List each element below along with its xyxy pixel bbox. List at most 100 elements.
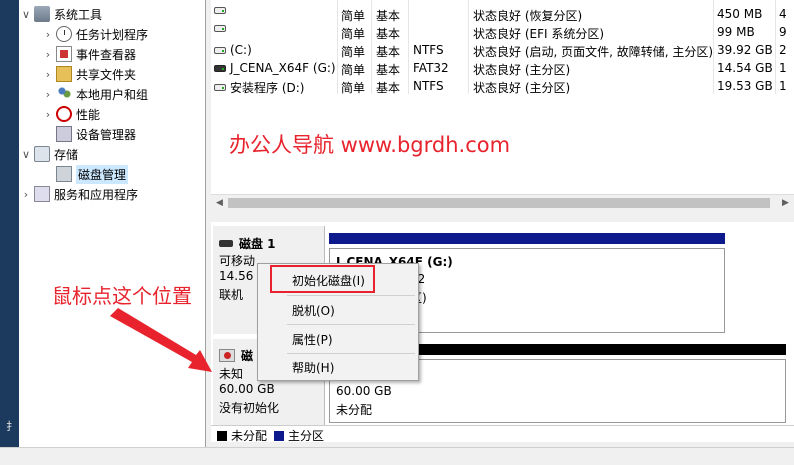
menu-item-offline[interactable]: 脱机(O): [259, 298, 417, 322]
tree-item-event-viewer[interactable]: › 事件查看器: [42, 44, 136, 64]
expand-chevron-icon[interactable]: ›: [42, 68, 54, 81]
legend: 未分配 主分区: [211, 425, 794, 444]
volume-name: (C:): [230, 43, 252, 57]
volume-layout: 简单: [341, 27, 366, 41]
annotation-text: 鼠标点这个位置: [52, 284, 192, 308]
volume-status: 状态良好 (主分区): [473, 81, 571, 95]
drive-icon: [214, 25, 226, 32]
device-manager-icon: [56, 126, 72, 142]
disk-management-icon: [56, 166, 72, 182]
users-icon: [56, 86, 72, 102]
volume-name: 安装程序 (D:): [230, 81, 305, 95]
tree-item-device-manager[interactable]: 设备管理器: [42, 124, 136, 144]
volume-free: 1: [779, 79, 787, 93]
disk-1-title: 磁盘 1: [239, 237, 276, 251]
volume-name-cell: J_CENA_X64F (G:): [214, 61, 336, 75]
tree-item-system-tools[interactable]: ∨ 系统工具: [20, 4, 102, 24]
tree-item-label: 存储: [54, 147, 79, 162]
volume-capacity: 450 MB: [717, 7, 763, 21]
volume-capacity: 19.53 GB: [717, 79, 773, 93]
collapse-chevron-icon[interactable]: ∨: [20, 148, 32, 161]
scroll-left-arrow-icon[interactable]: ◀: [211, 195, 228, 211]
menu-separator: [287, 295, 415, 296]
tree-item-disk-management[interactable]: 磁盘管理: [42, 164, 129, 184]
tools-icon: [34, 6, 50, 22]
volume-type: 基本: [376, 27, 401, 41]
primary-partition-bar: [329, 233, 725, 244]
tree-item-label: 性能: [76, 107, 101, 122]
menu-item-properties[interactable]: 属性(P): [259, 327, 417, 351]
volume-layout: 简单: [341, 45, 366, 59]
tree-item-label: 设备管理器: [76, 127, 137, 142]
legend-unallocated: 未分配: [217, 427, 267, 444]
drive-icon: [214, 84, 226, 91]
tree-item-local-users[interactable]: › 本地用户和组: [42, 84, 148, 104]
clock-icon: [56, 26, 72, 42]
legend-swatch-unallocated: [217, 430, 227, 441]
tree-item-task-scheduler[interactable]: › 任务计划程序: [42, 24, 148, 44]
tree-item-services-apps[interactable]: › 服务和应用程序: [20, 184, 138, 204]
scroll-right-arrow-icon[interactable]: ▶: [777, 195, 794, 211]
expand-chevron-icon[interactable]: ›: [42, 28, 54, 41]
desktop-edge-glyph: 扌: [6, 420, 17, 433]
tree-item-storage[interactable]: ∨ 存储: [20, 144, 78, 164]
legend-primary: 主分区: [274, 427, 324, 444]
navigation-tree: ∨ 系统工具 › 任务计划程序 › 事件查看器 › 共享文件夹 › 本地用户和组…: [19, 0, 206, 447]
expand-chevron-icon[interactable]: ›: [20, 188, 32, 201]
volume-layout: 简单: [341, 9, 366, 23]
highlight-box: [270, 265, 375, 293]
expand-chevron-icon[interactable]: ›: [42, 108, 54, 121]
volume-type: 基本: [376, 63, 401, 77]
volume-layout: 简单: [341, 63, 366, 77]
uninitialized-disk-icon: [219, 349, 235, 362]
volume-layout: 简单: [341, 81, 366, 95]
tree-item-label: 任务计划程序: [76, 27, 149, 42]
volume-row[interactable]: 简单 基本 状态良好 (恢复分区) 450 MB 4: [211, 5, 794, 23]
collapse-chevron-icon[interactable]: ∨: [20, 8, 32, 21]
volume-capacity: 99 MB: [717, 25, 755, 39]
volume-row[interactable]: 安装程序 (D:) 简单 基本 NTFS 状态良好 (主分区) 19.53 GB…: [211, 77, 794, 95]
tree-item-label: 共享文件夹: [76, 67, 137, 82]
tree-item-label: 系统工具: [54, 7, 103, 22]
storage-icon: [34, 146, 50, 162]
volume-type: 基本: [376, 81, 401, 95]
volume-free: 2: [779, 43, 787, 57]
watermark-text: 办公人导航 www.bgrdh.com: [229, 133, 511, 157]
volume-type: 基本: [376, 9, 401, 23]
shared-folder-icon: [56, 66, 72, 82]
menu-item-help[interactable]: 帮助(H): [259, 355, 417, 379]
disk-2-title-row: 磁: [219, 347, 253, 364]
tree-item-performance[interactable]: › 性能: [42, 104, 100, 124]
disk-1-title-row: 磁盘 1: [219, 235, 276, 252]
event-viewer-icon: [56, 46, 72, 62]
volume-type: 基本: [376, 45, 401, 59]
tree-item-label: 本地用户和组: [76, 87, 149, 102]
scrollbar-thumb[interactable]: [228, 198, 770, 208]
volume-status: 状态良好 (主分区): [473, 63, 571, 77]
volume-row[interactable]: J_CENA_X64F (G:) 简单 基本 FAT32 状态良好 (主分区) …: [211, 59, 794, 77]
expand-chevron-icon[interactable]: ›: [42, 48, 54, 61]
disk-1-status: 联机: [219, 288, 244, 302]
horizontal-scrollbar[interactable]: ◀ ▶: [211, 194, 794, 211]
legend-label: 未分配: [231, 429, 268, 443]
tree-item-shared-folders[interactable]: › 共享文件夹: [42, 64, 136, 84]
volume-list: 简单 基本 状态良好 (恢复分区) 450 MB 4 简单 基本 状态良好 (E…: [211, 0, 794, 194]
volume-status: 状态良好 (恢复分区): [473, 9, 583, 23]
removable-disk-icon: [219, 240, 233, 247]
disk-2-type: 未知: [219, 367, 244, 381]
drive-icon: [214, 46, 226, 54]
volume-row[interactable]: (C:) 简单 基本 NTFS 状态良好 (启动, 页面文件, 故障转储, 主分…: [211, 41, 794, 59]
volume-row[interactable]: 简单 基本 状态良好 (EFI 系统分区) 99 MB 9: [211, 23, 794, 41]
status-bar: [0, 447, 794, 465]
disk-1-type: 可移动: [219, 254, 256, 268]
usb-drive-icon: [214, 64, 226, 72]
volume-free: 1: [779, 61, 787, 75]
expand-chevron-icon[interactable]: ›: [42, 88, 54, 101]
disk-2-title: 磁: [241, 349, 254, 363]
services-icon: [34, 186, 50, 202]
volume-filesystem: NTFS: [413, 79, 444, 93]
legend-swatch-primary: [274, 430, 284, 441]
disk-2-status: 没有初始化: [219, 401, 280, 415]
unallocated-status: 未分配: [336, 403, 373, 417]
volume-name: J_CENA_X64F (G:): [230, 61, 336, 75]
